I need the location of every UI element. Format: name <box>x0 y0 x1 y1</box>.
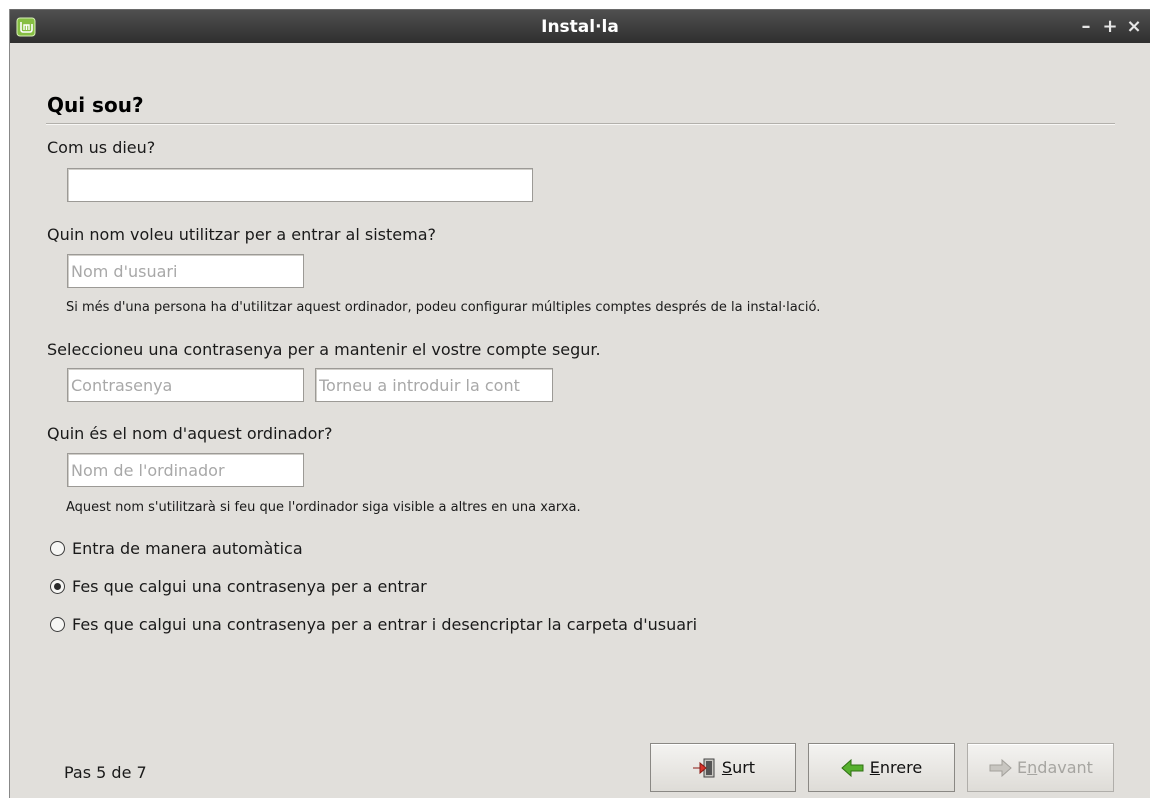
hostname-hint: Aquest nom s'utilitzarà si feu que l'ord… <box>66 500 581 515</box>
title-separator <box>46 123 1115 125</box>
page-title: Qui sou? <box>47 93 144 117</box>
forward-label-start: E <box>1017 758 1028 777</box>
password-input[interactable] <box>67 368 304 402</box>
window-title: Instal·la <box>541 17 619 37</box>
username-label: Quin nom voleu utilitzar per a entrar al… <box>47 225 436 244</box>
username-hint: Si més d'una persona ha d'utilitzar aque… <box>66 300 821 315</box>
radio-require-password[interactable]: Fes que calgui una contrasenya per a ent… <box>50 577 427 596</box>
installer-window: Instal·la – + × Qui sou? Com us dieu? Qu… <box>9 9 1150 798</box>
title-bar[interactable]: Instal·la – + × <box>10 9 1150 43</box>
quit-label: urt <box>732 758 756 777</box>
radio-require-password-encrypt[interactable]: Fes que calgui una contrasenya per a ent… <box>50 615 697 634</box>
installer-content: Qui sou? Com us dieu? Quin nom voleu uti… <box>10 43 1150 798</box>
radio-auto-login[interactable]: Entra de manera automàtica <box>50 539 303 558</box>
radio-label: Entra de manera automàtica <box>72 539 303 558</box>
exit-door-icon <box>691 757 717 779</box>
quit-button[interactable]: Surt <box>650 743 796 792</box>
password-confirm-input[interactable] <box>315 368 553 402</box>
arrow-left-icon <box>841 758 865 777</box>
close-button[interactable]: × <box>1122 10 1146 44</box>
forward-button[interactable]: En davant <box>967 743 1114 792</box>
name-label: Com us dieu? <box>47 138 156 157</box>
radio-label: Fes que calgui una contrasenya per a ent… <box>72 577 427 596</box>
quit-mnemonic: S <box>721 758 733 777</box>
hostname-label: Quin és el nom d'aquest ordinador? <box>47 424 333 443</box>
username-input[interactable] <box>67 254 304 288</box>
step-indicator: Pas 5 de 7 <box>64 763 147 782</box>
minimize-button[interactable]: – <box>1074 10 1098 44</box>
forward-mnemonic: n <box>1027 758 1038 777</box>
back-label: nrere <box>879 758 923 777</box>
radio-button-unchecked[interactable] <box>50 617 65 632</box>
forward-label-end: davant <box>1037 758 1093 777</box>
full-name-input[interactable] <box>67 168 533 202</box>
back-mnemonic: E <box>869 758 880 777</box>
radio-button-unchecked[interactable] <box>50 541 65 556</box>
window-controls: – + × <box>1074 10 1146 44</box>
arrow-right-icon <box>988 758 1012 777</box>
back-button[interactable]: Enrere <box>808 743 955 792</box>
maximize-button[interactable]: + <box>1098 10 1122 44</box>
radio-button-checked[interactable] <box>50 579 65 594</box>
radio-label: Fes que calgui una contrasenya per a ent… <box>72 615 698 634</box>
hostname-input[interactable] <box>67 453 304 487</box>
password-label: Seleccioneu una contrasenya per a manten… <box>47 340 601 359</box>
